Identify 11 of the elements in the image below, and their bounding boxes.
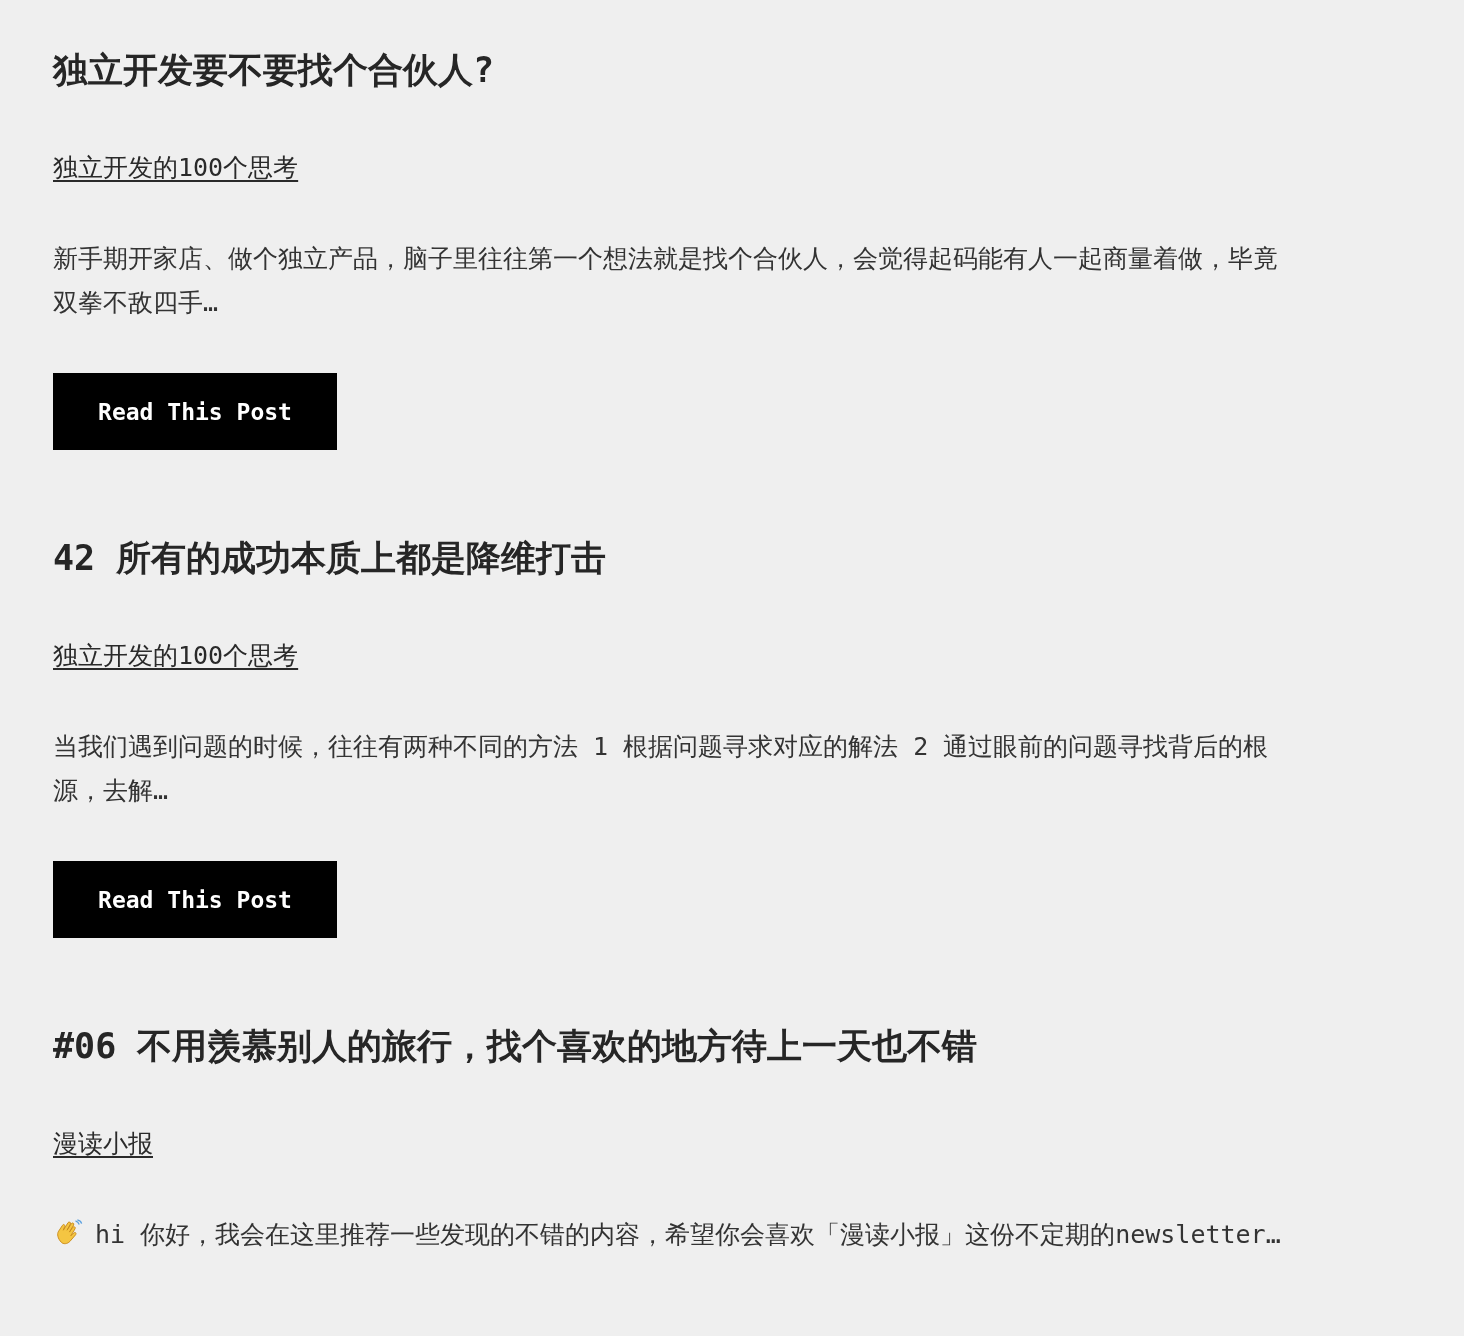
post-excerpt: 新手期开家店、做个独立产品，脑子里往往第一个想法就是找个合伙人，会觉得起码能有人一起商量着做，毕竟双拳不敌四手… xyxy=(53,243,1279,319)
category-link[interactable]: 独立开发的100个思考 xyxy=(53,148,299,188)
post-excerpt: 当我们遇到问题的时候，往往有两种不同的方法 1 根据问题寻求对应的解法 2 通过眼前的问题寻找背后的根源，去解… xyxy=(53,731,1270,807)
read-post-button[interactable]: Read This Post xyxy=(53,373,337,450)
post-title: 42 所有的成功本质上都是降维打击 xyxy=(53,537,607,580)
post-title: #06 不用羡慕别人的旅行，找个喜欢的地方待上一天也不错 xyxy=(53,1025,978,1068)
category-link[interactable]: 独立开发的100个思考 xyxy=(53,636,299,676)
post-excerpt: hi 你好，我会在这里推荐一些发现的不错的内容，希望你会喜欢「漫读小报」这份不定期的newsletter… xyxy=(53,1213,1298,1257)
read-post-button[interactable]: Read This Post xyxy=(53,861,337,938)
post-title: 独立开发要不要找个合伙人? xyxy=(53,49,495,92)
category-link[interactable]: 漫读小报 xyxy=(53,1124,153,1164)
